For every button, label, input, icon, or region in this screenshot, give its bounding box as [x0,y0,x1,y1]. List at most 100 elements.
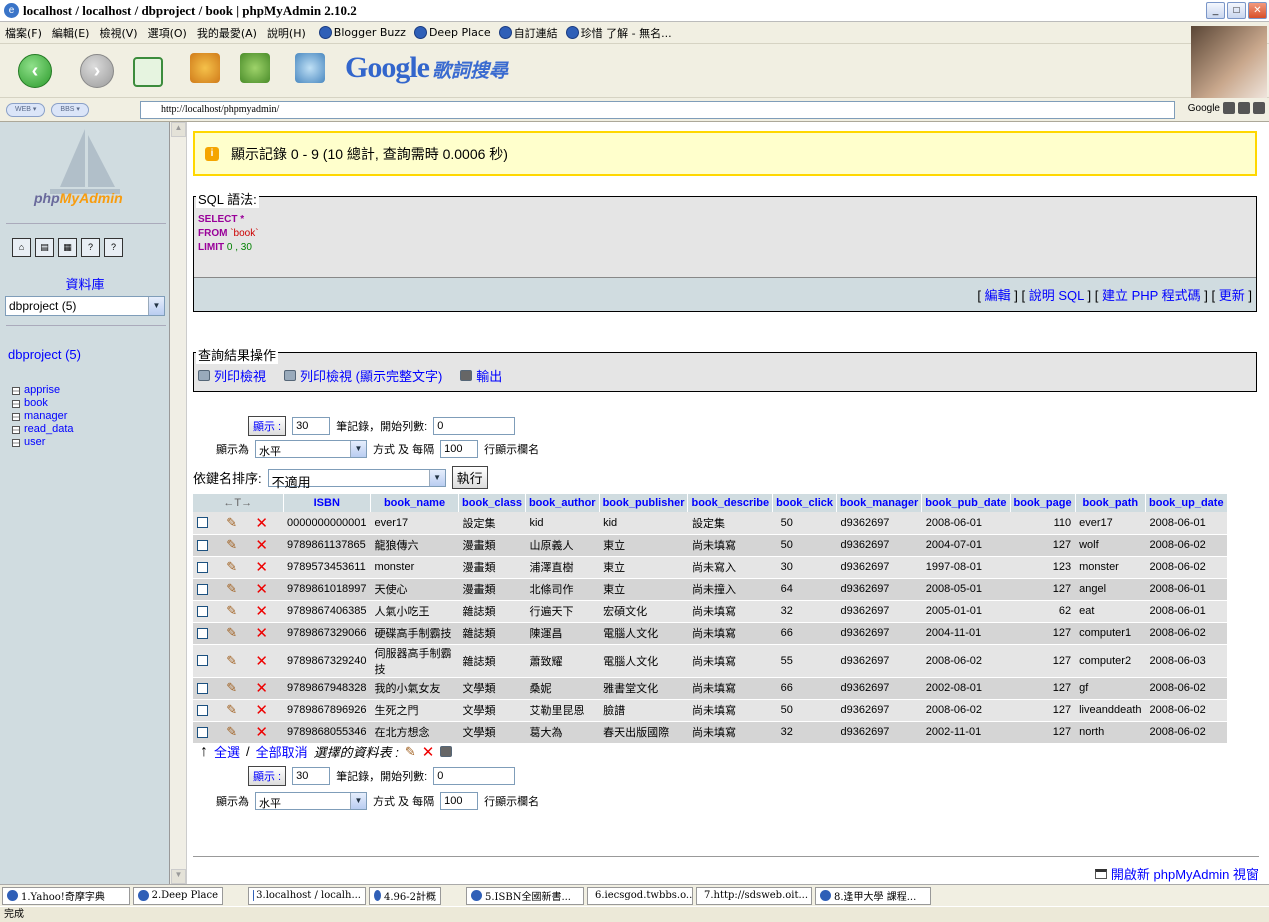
explain-sql-link[interactable]: 說明 SQL [1029,288,1084,303]
edit-icon[interactable]: ✎ [226,680,237,695]
check-all-link[interactable]: 全選 [214,742,240,761]
edit-icon[interactable]: ✎ [226,653,237,668]
row-delete-cell[interactable]: ✕ [251,556,283,579]
task-tab[interactable]: 3.localhost / localh... [248,886,366,905]
row-edit-cell[interactable]: ✎ [222,534,252,557]
row-edit-cell[interactable]: ✎ [222,644,252,678]
delete-icon[interactable]: ✕ [255,625,268,642]
row-edit-cell[interactable]: ✎ [222,600,252,623]
database-name-link[interactable]: dbproject (5) [8,347,81,362]
go-button[interactable]: 執行 [451,466,488,489]
delete-icon[interactable]: ✕ [255,724,268,741]
menu-file[interactable]: 檔案(F) [5,25,42,41]
media-icon[interactable] [295,53,325,83]
print-view-link[interactable]: 列印檢視 [198,366,266,385]
row-delete-cell[interactable]: ✕ [251,622,283,645]
query-window-icon[interactable]: ▤ [35,238,54,257]
menu-edit[interactable]: 編輯(E) [52,25,90,41]
col-book-up-date[interactable]: book_up_date [1145,494,1228,512]
toolbar-close-icon[interactable] [1253,102,1265,114]
task-tab[interactable]: 5.ISBN全國新書... [466,886,584,905]
repeat-headers-input-bottom[interactable]: 100 [440,792,479,810]
col-isbn[interactable]: ISBN [283,494,372,512]
print-view-full-link[interactable]: 列印檢視 (顯示完整文字) [284,366,442,385]
task-tab[interactable]: 7.http://sdsweb.oit... [696,886,812,905]
menu-options[interactable]: 選項(O) [148,25,187,41]
col-book-name[interactable]: book_name [370,494,460,512]
database-select[interactable]: dbproject (5) ▼ [5,296,165,316]
row-checkbox[interactable] [197,682,208,694]
uncheck-all-link[interactable]: 全部取消 [256,742,308,761]
row-checkbox-cell[interactable] [193,622,223,645]
frame-scrollbar[interactable]: ▲ ▼ [170,122,187,884]
edit-icon[interactable]: ✎ [226,559,237,574]
row-checkbox-cell[interactable] [193,578,223,601]
task-tab[interactable]: 2.Deep Place [133,886,223,905]
row-checkbox[interactable] [197,726,208,738]
row-checkbox[interactable] [197,561,208,573]
edit-icon[interactable]: ✎ [226,581,237,596]
menu-favorites[interactable]: 我的最愛(A) [197,25,257,41]
edit-icon[interactable]: ✎ [226,625,237,640]
table-link-manager[interactable]: manager [12,410,74,423]
delete-icon[interactable]: ✕ [255,559,268,576]
home-icon[interactable] [190,53,220,83]
row-edit-cell[interactable]: ✎ [222,556,252,579]
edit-selected-icon[interactable]: ✎ [405,744,416,760]
row-edit-cell[interactable]: ✎ [222,677,252,700]
task-tab[interactable]: 8.逢甲大學 課程... [815,886,931,905]
scroll-down-icon[interactable]: ▼ [171,869,186,884]
edit-icon[interactable]: ✎ [226,537,237,552]
row-checkbox-cell[interactable] [193,600,223,623]
row-checkbox[interactable] [197,583,208,595]
delete-icon[interactable]: ✕ [255,603,268,620]
row-checkbox-cell[interactable] [193,534,223,557]
fav-link-deepplace[interactable]: Deep Place [413,26,491,39]
fav-link-blogger[interactable]: Blogger Buzz [318,26,406,39]
mode-select[interactable]: 水平 ▼ [255,440,367,458]
home-icon[interactable]: ⌂ [12,238,31,257]
task-tab[interactable]: 6.iecsgod.twbbs.o... [587,886,693,905]
bbs-pill-button[interactable]: BBS ▾ [51,102,89,117]
fav-link-zhenxi[interactable]: 珍惜 了解 - 無名... [565,25,672,41]
edit-icon[interactable]: ✎ [226,702,237,717]
addon-icon[interactable] [240,53,270,83]
delete-icon[interactable]: ✕ [255,702,268,719]
row-edit-cell[interactable]: ✎ [222,578,252,601]
mode-select-bottom[interactable]: 水平 ▼ [255,792,367,810]
refresh-link[interactable]: 更新 [1219,288,1245,303]
row-edit-cell[interactable]: ✎ [222,699,252,722]
row-delete-cell[interactable]: ✕ [251,644,283,678]
row-delete-cell[interactable]: ✕ [251,534,283,557]
delete-icon[interactable]: ✕ [255,653,268,670]
pma-logo[interactable]: phpMyAdmin [34,190,123,206]
row-checkbox[interactable] [197,517,208,529]
scroll-up-icon[interactable]: ▲ [171,122,186,137]
edit-icon[interactable]: ✎ [226,515,237,530]
row-delete-cell[interactable]: ✕ [251,699,283,722]
row-checkbox[interactable] [197,605,208,617]
show-button[interactable]: 顯示 : [248,416,287,436]
delete-icon[interactable]: ✕ [255,680,268,697]
row-checkbox-cell[interactable] [193,556,223,579]
export-selected-icon[interactable] [440,746,453,757]
sort-select[interactable]: 不適用 ▼ [267,468,446,490]
row-delete-cell[interactable]: ✕ [251,512,283,535]
col-book-page[interactable]: book_page [1010,494,1076,512]
export-link[interactable]: 輸出 [460,366,502,385]
web-pill-button[interactable]: WEB ▾ [6,102,46,117]
row-checkbox-cell[interactable] [193,699,223,722]
edit-sql-link[interactable]: 編輯 [985,288,1011,303]
col-book-click[interactable]: book_click [772,494,837,512]
row-checkbox-cell[interactable] [193,677,223,700]
row-edit-cell[interactable]: ✎ [222,721,252,744]
col-book-describe[interactable]: book_describe [687,494,774,512]
toolbar-option-icon[interactable] [1238,102,1250,114]
col-book-author[interactable]: book_author [525,494,600,512]
docs-icon[interactable]: ? [81,238,100,257]
row-checkbox-cell[interactable] [193,512,223,535]
sql-icon[interactable]: ▦ [58,238,77,257]
maximize-button[interactable]: □ [1227,2,1246,19]
delete-icon[interactable]: ✕ [255,537,268,554]
col-book-manager[interactable]: book_manager [836,494,923,512]
